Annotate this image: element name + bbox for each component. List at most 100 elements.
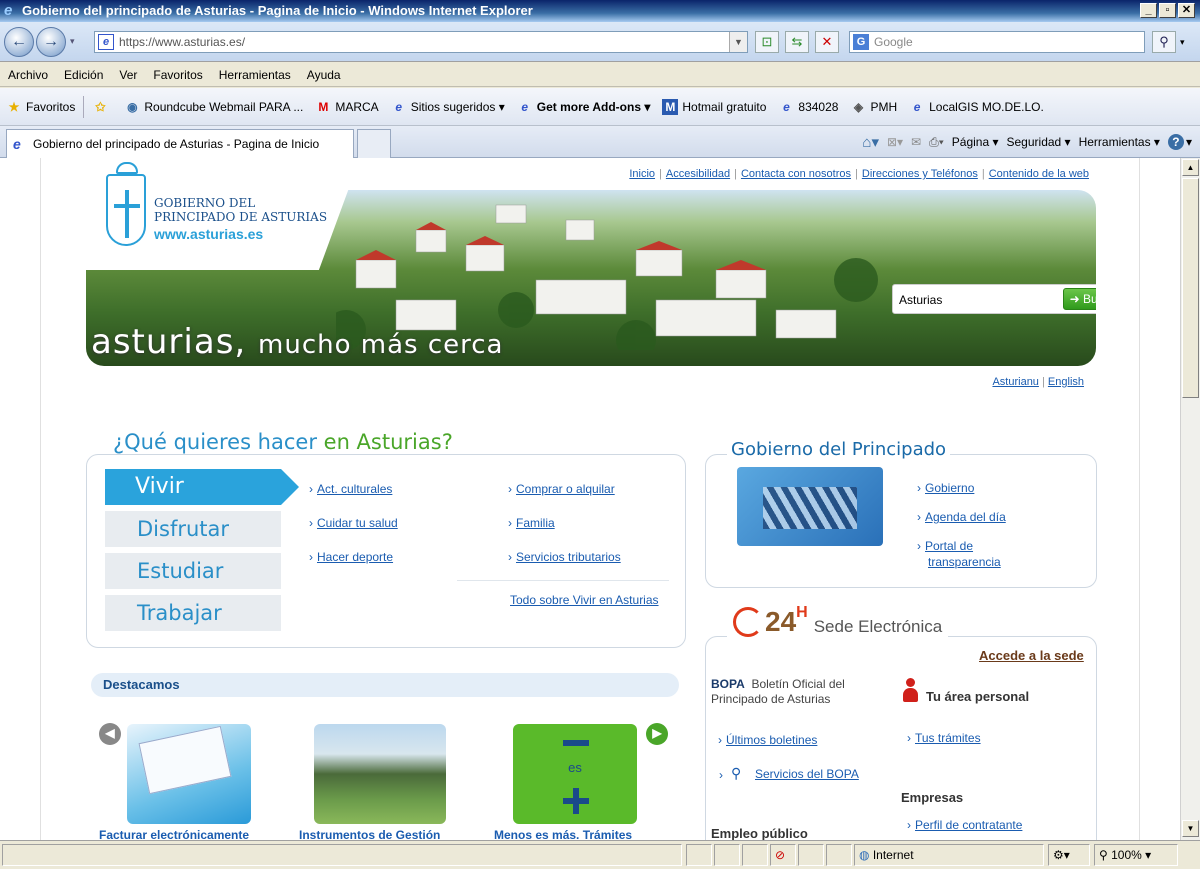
compat-view-icon[interactable]: ⊡ (755, 31, 779, 53)
stop-icon[interactable]: ✕ (815, 31, 839, 53)
fav-localgis[interactable]: e LocalGIS MO.DE.LO. (903, 95, 1050, 119)
link-todo-vivir[interactable]: Todo sobre Vivir en Asturias (510, 593, 659, 607)
logo[interactable]: GOBIERNO DEL PRINCIPADO DE ASTURIAS www.… (86, 158, 360, 270)
lang-asturianu[interactable]: Asturianu (992, 376, 1038, 388)
new-tab-button[interactable] (357, 129, 391, 158)
home-icon[interactable]: ⌂▾ (862, 133, 879, 151)
menu-edicion[interactable]: Edición (56, 63, 111, 87)
protected-mode-icon[interactable]: ⚙▾ (1048, 844, 1090, 866)
help-icon[interactable]: ? (1167, 134, 1184, 150)
zoom-control[interactable]: ⚲ 100% ▾ (1094, 844, 1178, 866)
crest-icon (106, 162, 146, 246)
fav-834028[interactable]: e 834028 (772, 95, 844, 119)
fav-pmh[interactable]: ◈ PMH (844, 95, 903, 119)
carousel-next-icon[interactable]: ▶ (646, 723, 668, 745)
area-personal[interactable]: Tu área personal (926, 689, 1029, 704)
page-icon: e (98, 34, 114, 50)
lang-english[interactable]: English (1048, 376, 1084, 388)
menu-ayuda[interactable]: Ayuda (299, 63, 349, 87)
history-dropdown-icon[interactable]: ▾ (70, 36, 75, 47)
link-comprar-alquilar[interactable]: Comprar o alquilar (508, 482, 615, 496)
address-dropdown-icon[interactable]: ▼ (729, 32, 747, 52)
menu-favoritos[interactable]: Favoritos (145, 63, 210, 87)
status-text (2, 844, 682, 866)
refresh-icon[interactable]: ⇆ (785, 31, 809, 53)
link-perfil-contratante[interactable]: Perfil de contratante (907, 818, 1022, 832)
link-gobierno[interactable]: Gobierno (917, 481, 974, 495)
link-direcciones[interactable]: Direcciones y Teléfonos (862, 168, 978, 180)
link-ultimos-boletines[interactable]: Últimos boletines (718, 733, 817, 747)
menu-vivir[interactable]: Vivir (105, 469, 299, 505)
ie-icon: e (521, 99, 529, 114)
security-menu[interactable]: Seguridad ▾ (1007, 135, 1071, 149)
caption-menos-es-mas[interactable]: Menos es más. Trámites (494, 828, 632, 840)
link-hacer-deporte[interactable]: Hacer deporte (309, 550, 393, 564)
menu-archivo[interactable]: Archivo (0, 63, 56, 87)
link-familia[interactable]: Familia (508, 516, 555, 530)
maximize-button[interactable]: ▫ (1159, 3, 1176, 18)
star-icon: ★ (8, 99, 20, 114)
fav-hotmail[interactable]: M Hotmail gratuito (656, 95, 772, 119)
menu-ver[interactable]: Ver (111, 63, 145, 87)
facturar-image[interactable] (127, 724, 251, 824)
site-search: ➜ Buscar (892, 284, 1096, 314)
menu-herramientas[interactable]: Herramientas (211, 63, 299, 87)
tools-menu[interactable]: Herramientas ▾ (1079, 135, 1160, 149)
tab-active[interactable]: e Gobierno del principado de Asturias - P… (6, 129, 354, 158)
empleo-publico[interactable]: Empleo público (711, 826, 808, 840)
link-accesibilidad[interactable]: Accesibilidad (666, 168, 730, 180)
link-portal[interactable]: Portal de (917, 539, 973, 553)
link-contenido[interactable]: Contenido de la web (989, 168, 1089, 180)
link-contacta[interactable]: Contacta con nosotros (741, 168, 851, 180)
menu-trabajar[interactable]: Trabajar (105, 595, 281, 631)
vertical-scrollbar[interactable]: ▲ ▼ (1180, 158, 1200, 840)
fav-marca[interactable]: M MARCA (309, 95, 384, 119)
instrumentos-image[interactable] (314, 724, 446, 824)
caption-instrumentos[interactable]: Instrumentos de Gestión (299, 828, 440, 840)
gobierno-image[interactable] (737, 467, 883, 546)
link-act-culturales[interactable]: Act. culturales (309, 482, 392, 496)
address-input[interactable]: e https://www.asturias.es/ ▼ (94, 31, 748, 53)
menos-es-mas-image[interactable]: es (513, 724, 637, 824)
minimize-button[interactable]: _ (1140, 3, 1157, 18)
link-servicios-bopa[interactable]: Servicios del BOPA (755, 767, 859, 781)
sede-h: H (796, 604, 808, 621)
fav-roundcube[interactable]: ◉ Roundcube Webmail PARA ... (118, 95, 309, 119)
search-button-icon[interactable]: ⚲ (1152, 31, 1176, 53)
accede-sede-link[interactable]: Accede a la sede (979, 648, 1084, 663)
scroll-thumb[interactable] (1182, 178, 1199, 398)
zone-indicator[interactable]: ◍ Internet (854, 844, 1044, 866)
scroll-down-icon[interactable]: ▼ (1182, 820, 1199, 837)
popup-blocked-icon[interactable]: ⊘ (770, 844, 796, 866)
buscar-button[interactable]: ➜ Buscar (1063, 288, 1096, 310)
hotmail-icon: M (662, 98, 679, 115)
add-favorite-button[interactable]: ✩ (86, 95, 118, 119)
menu-estudiar[interactable]: Estudiar (105, 553, 281, 589)
feeds-icon[interactable]: ⊠▾ (887, 135, 903, 149)
es-label: es (568, 760, 582, 775)
page-menu[interactable]: Página ▾ (952, 135, 999, 149)
site-search-input[interactable] (899, 290, 1049, 310)
add-star-icon: ✩ (95, 99, 106, 114)
scroll-up-icon[interactable]: ▲ (1182, 159, 1199, 176)
link-agenda[interactable]: Agenda del día (917, 510, 1006, 524)
caption-facturar[interactable]: Facturar electrónicamente (99, 828, 249, 840)
carousel-prev-icon[interactable]: ◀ (99, 723, 121, 745)
ie-icon: e (783, 99, 790, 114)
fav-sitios-sugeridos[interactable]: e Sitios sugeridos ▾ (385, 95, 511, 119)
back-button[interactable]: ← (4, 27, 34, 57)
menu-disfrutar[interactable]: Disfrutar (105, 511, 281, 547)
link-servicios-tributarios[interactable]: Servicios tributarios (508, 550, 621, 564)
search-input[interactable]: G Google (849, 31, 1145, 53)
link-tus-tramites[interactable]: Tus trámites (907, 731, 981, 745)
link-inicio[interactable]: Inicio (629, 168, 655, 180)
search-options-icon[interactable]: ▾ (1180, 37, 1185, 48)
mail-icon[interactable]: ✉ (911, 135, 921, 149)
forward-button[interactable]: → (36, 27, 66, 57)
fav-get-addons[interactable]: e Get more Add-ons ▾ (511, 95, 657, 119)
link-transparencia[interactable]: transparencia (928, 555, 1001, 569)
favorites-button[interactable]: ★ Favoritos (0, 95, 81, 119)
link-cuidar-salud[interactable]: Cuidar tu salud (309, 516, 398, 530)
print-icon[interactable]: ⎙▾ (929, 135, 944, 150)
close-button[interactable]: ✕ (1178, 3, 1195, 18)
